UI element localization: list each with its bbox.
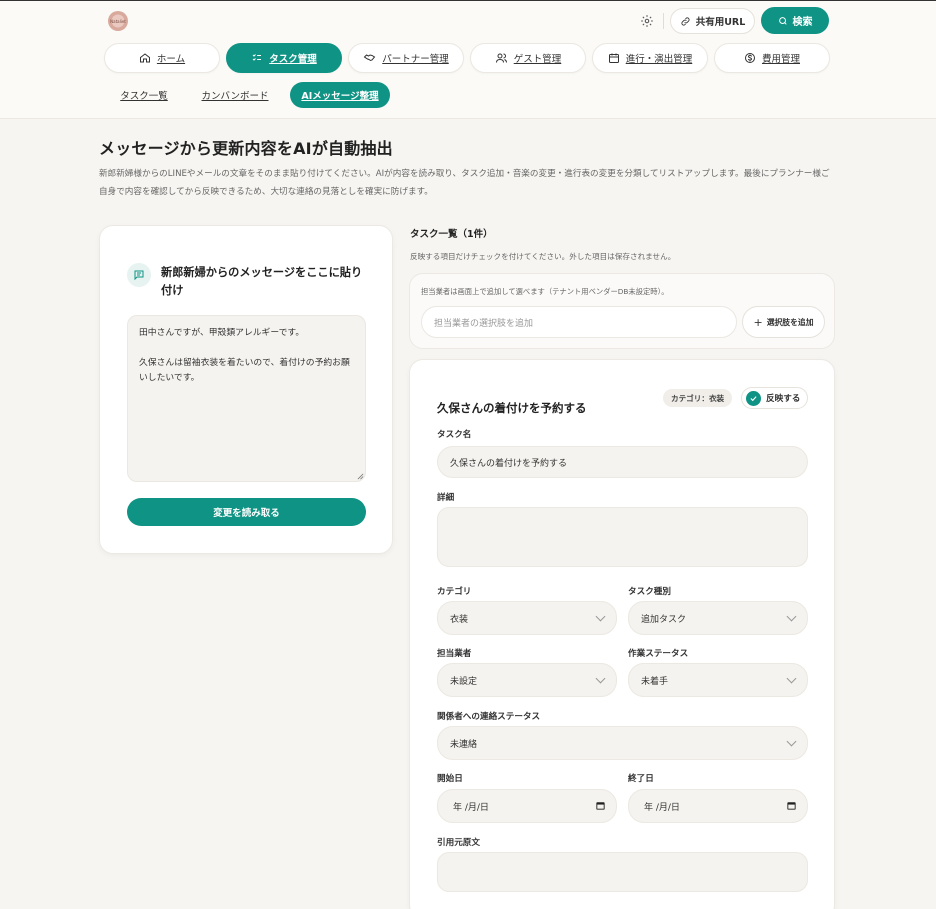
- message-input-card: 新郎新婦からのメッセージをここに貼り付け 田中さんですが、甲殻類アレルギーです。…: [99, 225, 393, 554]
- task-list-note: 反映する項目だけチェックを付けてください。外した項目は保存されません。: [410, 252, 676, 261]
- work-status-label: 作業ステータス: [628, 649, 689, 659]
- chevron-down-icon: [595, 611, 606, 622]
- nav-item-home[interactable]: ホーム: [104, 43, 220, 73]
- chevron-down-icon: [595, 673, 606, 684]
- nav-item-label: 費用管理: [761, 54, 800, 65]
- nav-item-tasks[interactable]: タスク管理: [226, 43, 342, 73]
- calendar-icon: [608, 53, 619, 63]
- page-description: 新郎新婦様からのLINEやメールの文章をそのまま貼り付けてください。AIが内容を…: [99, 169, 830, 197]
- page-title: メッセージから更新内容をAIが自動抽出: [99, 139, 393, 158]
- task-list-title: タスク一覧（1件）: [410, 229, 493, 240]
- quote-textarea[interactable]: [437, 852, 808, 892]
- nav-item-label: ゲスト管理: [513, 54, 562, 65]
- task-type-value: 追加タスク: [641, 614, 687, 625]
- category-value: 衣装: [450, 614, 469, 625]
- nav-item-label: パートナー管理: [382, 54, 449, 65]
- resize-handle-icon[interactable]: [357, 473, 364, 480]
- start-date-input[interactable]: 年 /月/日: [437, 789, 617, 823]
- task-list-icon: [252, 54, 262, 61]
- contact-status-select[interactable]: 未連絡: [437, 726, 808, 760]
- start-date-value: 年 /月/日: [453, 802, 489, 813]
- handshake-icon: [363, 54, 376, 62]
- link-icon: [681, 16, 690, 26]
- reflect-label: 反映する: [766, 394, 801, 404]
- end-date-input[interactable]: 年 /月/日: [628, 789, 808, 823]
- header-divider: [663, 13, 664, 29]
- task-heading: 久保さんの着付けを予約する: [437, 401, 587, 415]
- message-icon: [127, 263, 151, 287]
- detail-label: 詳細: [437, 493, 455, 503]
- plus-icon: +: [753, 315, 763, 329]
- subnav-ai-message[interactable]: AIメッセージ整理: [290, 82, 390, 108]
- share-url-label: 共有用URL: [695, 17, 746, 28]
- share-url-button[interactable]: 共有用URL: [670, 8, 755, 34]
- vendor-select[interactable]: 未設定: [437, 663, 617, 697]
- work-status-select[interactable]: 未着手: [628, 663, 808, 697]
- task-card: カテゴリ：衣装 反映する 久保さんの着付けを予約する タスク名 久保さんの着付け…: [409, 359, 835, 909]
- end-date-label: 終了日: [628, 774, 654, 784]
- detail-textarea[interactable]: [437, 507, 808, 567]
- brand-logo-text: Nataliet: [110, 18, 126, 24]
- task-name-input[interactable]: 久保さんの着付けを予約する: [437, 446, 808, 478]
- message-input-title: 新郎新婦からのメッセージをここに貼り付け: [161, 266, 363, 297]
- dollar-icon: [744, 53, 755, 63]
- nav-item-label: タスク管理: [269, 54, 317, 65]
- nav-item-guests[interactable]: ゲスト管理: [470, 43, 586, 73]
- search-label: 検索: [792, 17, 813, 28]
- category-select[interactable]: 衣装: [437, 601, 617, 635]
- task-type-select[interactable]: 追加タスク: [628, 601, 808, 635]
- vendor-label: 担当業者: [437, 649, 472, 659]
- nav-item-partners[interactable]: パートナー管理: [348, 43, 464, 73]
- reflect-toggle[interactable]: 反映する: [741, 387, 808, 409]
- contact-status-value: 未連絡: [450, 739, 478, 750]
- vendor-value: 未設定: [450, 676, 478, 687]
- search-icon: [778, 16, 787, 25]
- vendor-option-input[interactable]: 担当業者の選択肢を追加: [421, 306, 737, 338]
- nav-item-label: ホーム: [156, 54, 186, 65]
- home-icon: [139, 53, 150, 63]
- chevron-down-icon: [786, 673, 797, 684]
- brand-logo[interactable]: Nataliet: [108, 11, 128, 31]
- search-button[interactable]: 検索: [761, 7, 829, 34]
- start-date-label: 開始日: [437, 774, 463, 784]
- category-badge: カテゴリ：衣装: [663, 389, 733, 407]
- calendar-icon[interactable]: [786, 800, 797, 811]
- nav-item-label: 進行・演出管理: [625, 54, 693, 65]
- gear-icon[interactable]: [638, 12, 656, 30]
- nav-item-schedule[interactable]: 進行・演出管理: [592, 43, 708, 73]
- subnav-task-list[interactable]: タスク一覧: [112, 82, 176, 108]
- chevron-down-icon: [786, 736, 797, 747]
- read-changes-button[interactable]: 変更を読み取る: [127, 498, 366, 526]
- add-option-label: 選択肢を追加: [766, 317, 814, 327]
- quote-label: 引用元原文: [437, 838, 480, 848]
- header: Nataliet 共有用URL 検索 ホーム タスク管理 パートナー管理 ゲスト…: [0, 1, 936, 119]
- vendor-options-card: 担当業者は画面上で追加して選べます（テナント用ベンダーDB未設定時）。 担当業者…: [409, 273, 835, 349]
- category-label: カテゴリ: [437, 587, 472, 597]
- chevron-down-icon: [786, 611, 797, 622]
- vendor-note: 担当業者は画面上で追加して選べます（テナント用ベンダーDB未設定時）。: [421, 287, 669, 296]
- message-textarea[interactable]: 田中さんですが、甲殻類アレルギーです。 久保さんは留袖衣装を着たいので、着付けの…: [127, 315, 366, 482]
- work-status-value: 未着手: [641, 676, 669, 687]
- contact-status-label: 関係者への連絡ステータス: [437, 712, 541, 722]
- calendar-icon[interactable]: [595, 800, 606, 811]
- users-icon: [495, 53, 507, 63]
- end-date-value: 年 /月/日: [644, 802, 680, 813]
- nav-item-costs[interactable]: 費用管理: [714, 43, 830, 73]
- check-icon[interactable]: [746, 390, 761, 406]
- add-option-button[interactable]: + 選択肢を追加: [742, 306, 825, 338]
- subnav-kanban[interactable]: カンバンボード: [198, 82, 272, 108]
- task-name-label: タスク名: [437, 430, 472, 440]
- task-type-label: タスク種別: [628, 587, 671, 597]
